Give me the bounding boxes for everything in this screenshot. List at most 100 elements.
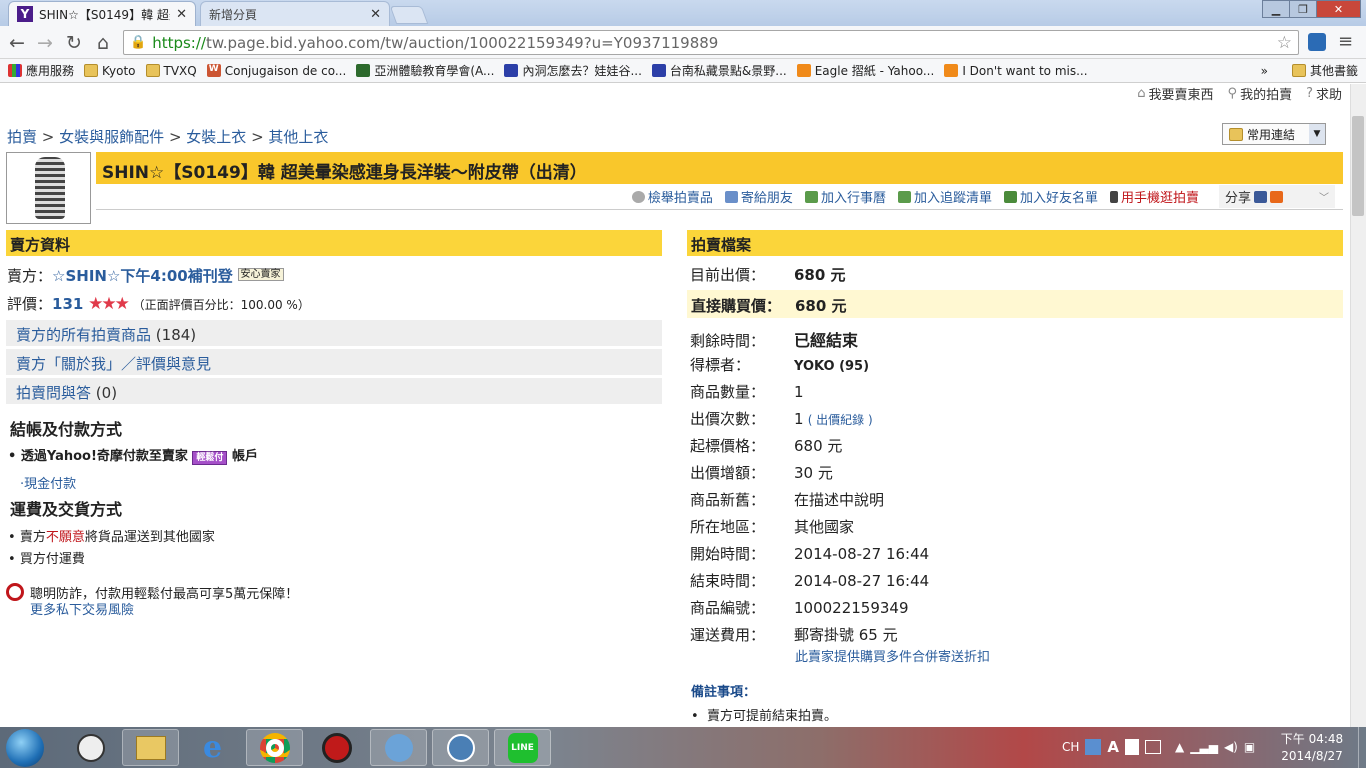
note-item: • 賣方可提前結束拍賣。	[691, 709, 837, 724]
scrollbar-thumb[interactable]	[1352, 116, 1364, 216]
add-calendar-link[interactable]: 加入行事曆	[804, 187, 886, 206]
chevron-down-icon[interactable]: ﹀	[1319, 189, 1329, 204]
show-desktop-button[interactable]	[1358, 727, 1366, 768]
breadcrumb-womens-tops[interactable]: 女裝上衣	[186, 128, 246, 146]
extension-icon[interactable]	[1308, 33, 1326, 51]
help-icon: ?	[1306, 86, 1313, 101]
taskbar-line[interactable]: LINE	[494, 729, 551, 766]
mobile-link[interactable]: 用手機逛拍賣	[1109, 187, 1199, 206]
volume-icon[interactable]: ◀)	[1224, 740, 1238, 754]
half-width-icon[interactable]	[1125, 739, 1140, 755]
maximize-button[interactable]: ❐	[1289, 0, 1317, 18]
my-auction-link[interactable]: ⚲ 我的拍賣	[1228, 84, 1293, 103]
close-tab-icon[interactable]: ✕	[176, 7, 187, 22]
info-label: 商品數量：	[690, 383, 766, 401]
send-friend-link[interactable]: 寄給朋友	[724, 187, 793, 206]
add-watchlist-link[interactable]: 加入追蹤清單	[897, 187, 992, 206]
add-friend-link[interactable]: 加入好友名單	[1003, 187, 1098, 206]
breadcrumb-other-tops[interactable]: 其他上衣	[268, 128, 328, 146]
folder-icon	[145, 64, 160, 77]
winner-link[interactable]: YOKO (95)	[794, 359, 869, 374]
seller-name-link[interactable]: ☆SHIN☆下午4:00補刊登	[52, 267, 233, 285]
auction-qa-link[interactable]: 拍賣問與答 (0)	[6, 378, 662, 405]
bookmark-star-icon[interactable]: ☆	[1277, 33, 1292, 53]
tab-active[interactable]: Y SHIN☆【S0149】韓 超美 ✕	[8, 1, 196, 26]
home-icon[interactable]: ⌂	[92, 32, 114, 54]
help-link[interactable]: ? 求助	[1306, 84, 1342, 103]
info-value: 100022159349	[794, 599, 909, 617]
share-box[interactable]: 分享 ﹀	[1219, 185, 1335, 208]
bookmark-apps[interactable]: 應用服務	[8, 62, 74, 79]
bookmark-tainan[interactable]: 台南私藏景點&景野...	[651, 62, 787, 79]
keyboard-icon[interactable]	[1145, 740, 1162, 754]
bookmark-label: I Don't want to mis...	[962, 63, 1088, 78]
taskbar-chrome[interactable]	[246, 729, 303, 766]
ime-icon[interactable]	[1085, 739, 1102, 755]
breadcrumb-womens-apparel[interactable]: 女裝與服飾配件	[59, 128, 164, 146]
info-value: 在描述中說明	[794, 491, 885, 509]
buy-now-row: 直接購買價： 680 元	[687, 290, 1343, 318]
report-link[interactable]: 檢舉拍賣品	[631, 187, 713, 206]
fraud-more-link[interactable]: 更多私下交易風險	[30, 599, 134, 618]
plurk-icon[interactable]	[1270, 190, 1284, 203]
tray-expand-icon[interactable]: ▲	[1175, 740, 1184, 754]
clock-time: 下午 04:48	[1280, 732, 1344, 746]
safe-seller-badge[interactable]: 安心賣家	[237, 268, 284, 281]
seller-about-link[interactable]: 賣方「關於我」／評價與意見	[6, 349, 662, 376]
tab-new[interactable]: 新增分頁 ✕	[200, 1, 390, 26]
link-label: 我要賣東西	[1148, 88, 1214, 103]
taskbar-media[interactable]	[308, 729, 365, 766]
dress-image	[35, 157, 65, 219]
easy-pay-badge[interactable]: 輕鬆付	[192, 451, 228, 465]
current-bid-row: 目前出價： 680 元	[690, 264, 1340, 285]
info-row-quantity: 商品數量： 1	[690, 381, 1340, 402]
bookmark-neidong[interactable]: 內洞怎麼去？娃娃谷...	[504, 62, 642, 79]
address-bar[interactable]: 🔒 https:// tw.page.bid.yahoo.com/tw/auct…	[123, 30, 1299, 55]
combine-shipping-link[interactable]: 此賣家提供購買多件合併寄送折扣	[795, 646, 990, 665]
rating-value-link[interactable]: 131	[52, 295, 83, 313]
bookmark-idontwant[interactable]: I Don't want to mis...	[944, 63, 1088, 78]
action-bar: 檢舉拍賣品 寄給朋友 加入行事曆 加入追蹤清單 加入好友名單 用手機逛拍賣 分享…	[96, 184, 1343, 210]
font-icon[interactable]: A	[1107, 738, 1119, 756]
taskbar-app2[interactable]	[432, 729, 489, 766]
bookmark-conjugaison[interactable]: W Conjugaison de co...	[206, 64, 346, 78]
minimize-button[interactable]: ▁	[1262, 0, 1290, 18]
seller-all-items-link[interactable]: 賣方的所有拍賣商品 (184)	[6, 320, 662, 347]
facebook-icon[interactable]	[1254, 190, 1268, 203]
bookmark-tvxq[interactable]: TVXQ	[145, 64, 197, 78]
info-row-item-id: 商品編號： 100022159349	[690, 597, 1340, 618]
reload-icon[interactable]: ↻	[63, 32, 85, 54]
close-tab-icon[interactable]: ✕	[370, 7, 381, 22]
menu-icon[interactable]: ≡	[1338, 31, 1353, 52]
bookmark-aaee[interactable]: 亞洲體驗教育學會(A...	[356, 62, 494, 79]
info-row-start-time: 開始時間： 2014-08-27 16:44	[690, 543, 1340, 564]
forward-arrow-icon[interactable]: →	[34, 32, 56, 54]
cash-payment-link[interactable]: ‧現金付款	[20, 473, 76, 492]
common-links-dropdown[interactable]: 常用連結 ▼	[1222, 123, 1326, 145]
bookmarks-bar: 應用服務 Kyoto TVXQ W Conjugaison de co... 亞洲…	[0, 59, 1366, 83]
breadcrumb-auction[interactable]: 拍賣	[7, 128, 37, 146]
bookmark-kyoto[interactable]: Kyoto	[84, 64, 136, 78]
folder-icon	[1291, 64, 1306, 77]
language-indicator[interactable]: CH	[1062, 740, 1079, 754]
taskbar-clock[interactable]: 下午 04:48 2014/8/27	[1268, 731, 1356, 765]
taskbar-clock-app[interactable]	[62, 729, 119, 766]
back-arrow-icon[interactable]: ←	[6, 32, 28, 54]
sell-link[interactable]: ⌂ 我要賣東西	[1137, 84, 1213, 103]
taskbar-ie[interactable]: e	[184, 729, 241, 766]
taskbar-app[interactable]	[370, 729, 427, 766]
notes-heading: 備註事項：	[691, 685, 757, 700]
signal-icon[interactable]: ▁▃▅	[1190, 740, 1218, 754]
network-icon[interactable]: ▣	[1244, 740, 1255, 754]
bookmark-eagle[interactable]: Eagle 摺紙 - Yahoo...	[796, 62, 934, 79]
close-window-button[interactable]: ✕	[1316, 0, 1361, 18]
other-bookmarks[interactable]: 其他書籤	[1291, 62, 1358, 79]
chrome-icon	[259, 732, 290, 763]
new-tab-button[interactable]	[389, 6, 429, 24]
start-button[interactable]	[6, 729, 44, 767]
item-thumbnail[interactable]	[6, 152, 91, 224]
bookmarks-overflow[interactable]: »	[1261, 64, 1268, 78]
taskbar-explorer[interactable]	[122, 729, 179, 766]
bid-history-link[interactable]: ( 出價紀錄 )	[808, 413, 873, 427]
share-label: 分享	[1225, 191, 1252, 206]
